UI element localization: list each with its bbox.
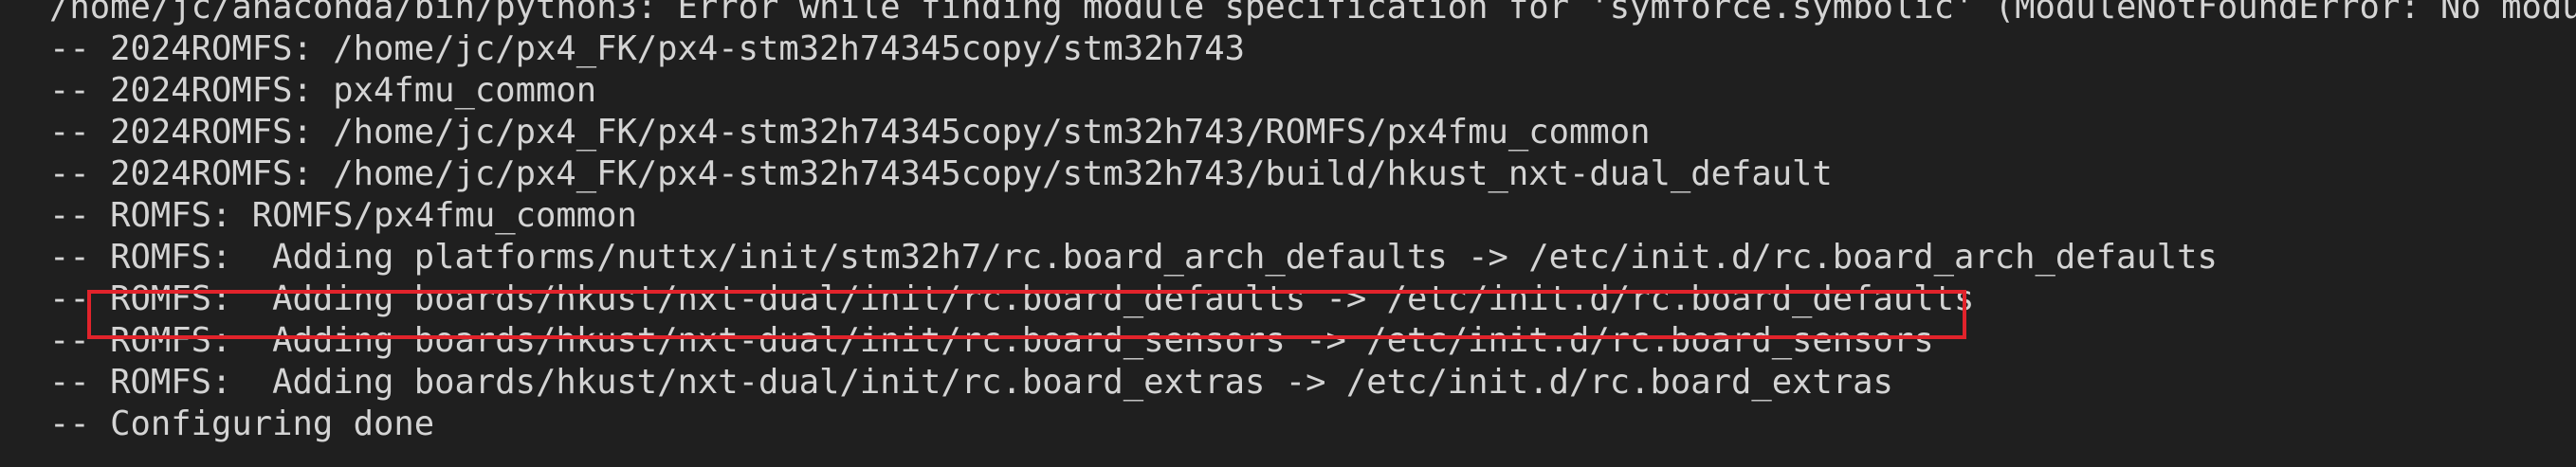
terminal-line: -- Configuring done [49, 404, 435, 443]
terminal-line: -- 2024ROMFS: px4fmu_common [49, 71, 597, 110]
terminal-line: -- ROMFS: Adding platforms/nuttx/init/st… [49, 238, 2218, 277]
terminal-line: -- 2024ROMFS: /home/jc/px4_FK/px4-stm32h… [49, 154, 1833, 193]
terminal-window[interactable]: /home/jc/anaconda/bin/python3: Error whi… [0, 0, 2576, 467]
terminal-line-error: /home/jc/anaconda/bin/python3: Error whi… [49, 0, 2576, 27]
terminal-line-highlighted: -- ROMFS: Adding boards/hkust/nxt-dual/i… [49, 279, 1975, 318]
terminal-output: /home/jc/anaconda/bin/python3: Error whi… [49, 0, 2576, 445]
terminal-line: -- ROMFS: ROMFS/px4fmu_common [49, 196, 637, 235]
terminal-line: -- ROMFS: Adding boards/hkust/nxt-dual/i… [49, 363, 1893, 402]
terminal-line: -- 2024ROMFS: /home/jc/px4_FK/px4-stm32h… [49, 29, 1245, 68]
terminal-line: -- 2024ROMFS: /home/jc/px4_FK/px4-stm32h… [49, 113, 1651, 152]
terminal-line: -- ROMFS: Adding boards/hkust/nxt-dual/i… [49, 321, 1934, 360]
